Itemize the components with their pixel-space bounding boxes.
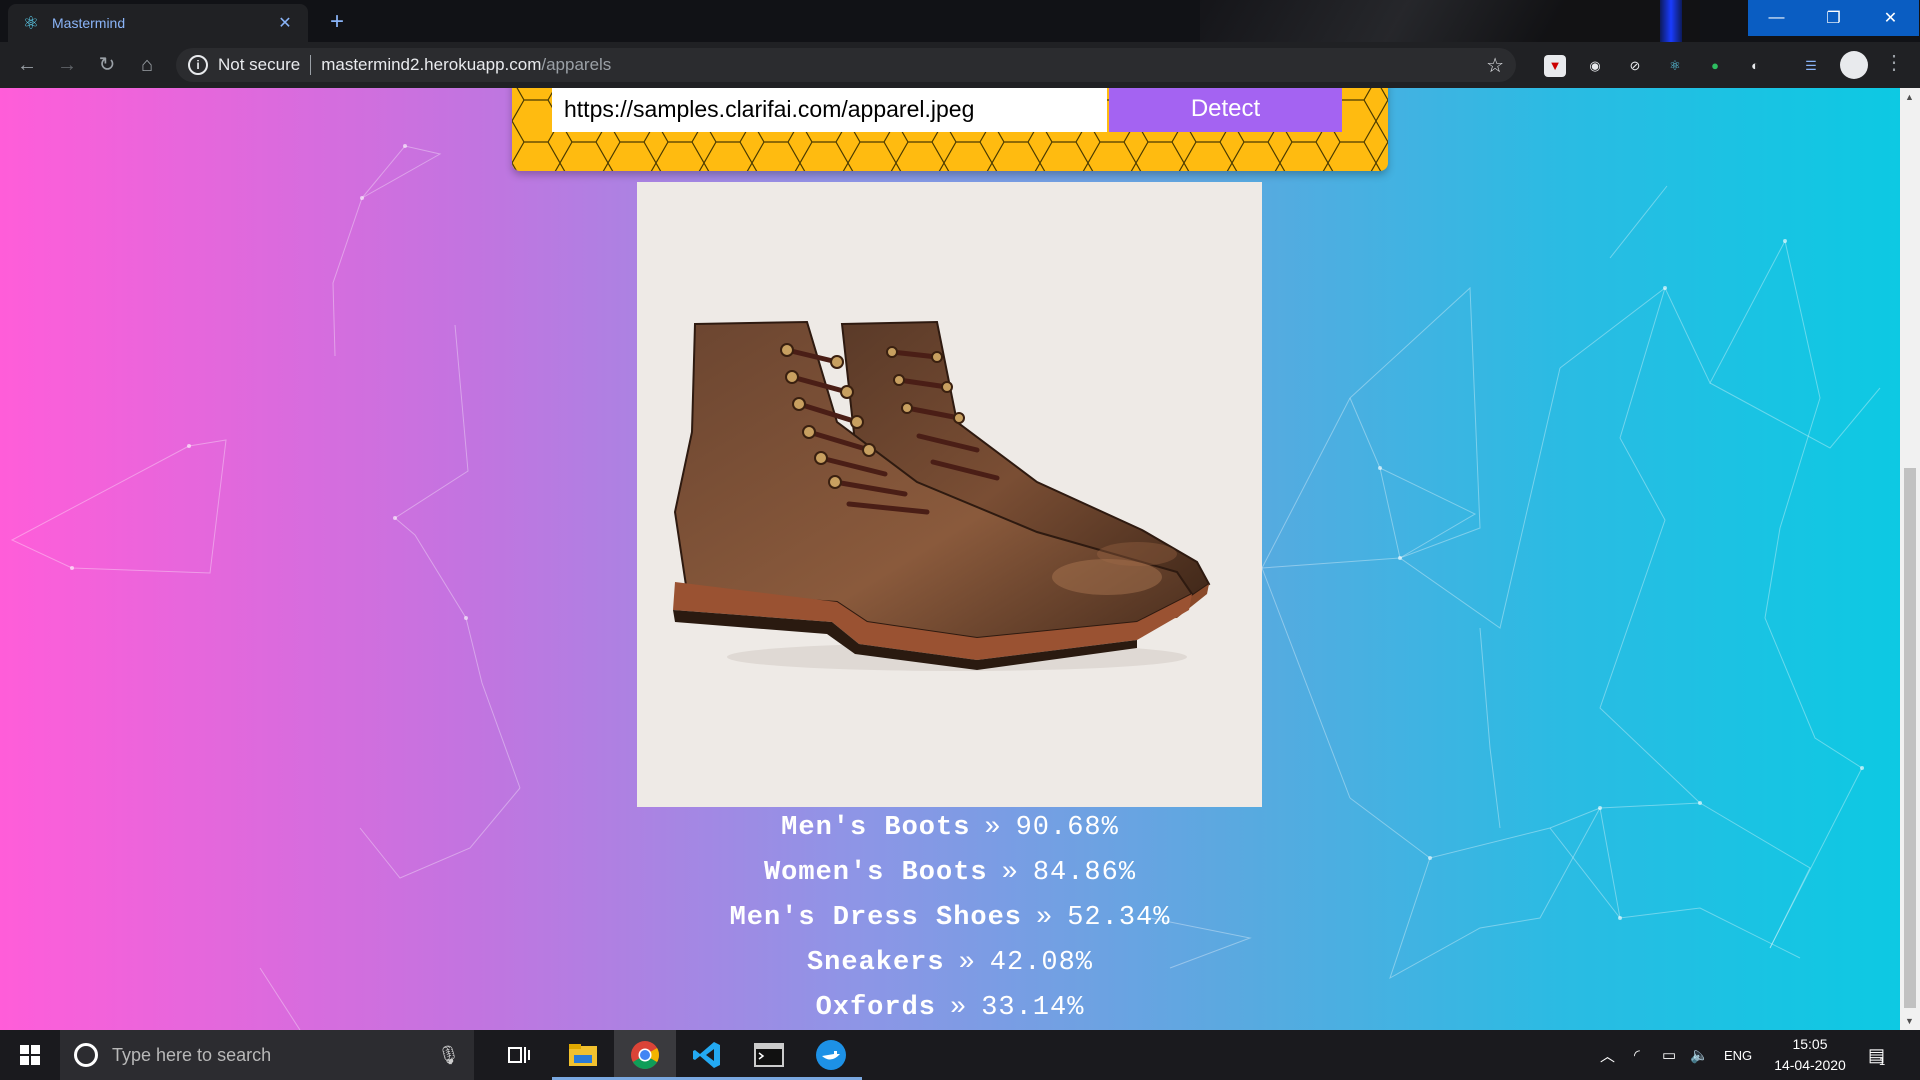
windows-start-button[interactable] [0,1030,60,1080]
clock-time: 15:05 [1792,1036,1828,1052]
window-background [1200,0,1700,42]
extension-block-icon[interactable]: ⊘ [1624,55,1646,77]
language-indicator[interactable]: ENG [1724,1030,1752,1080]
reload-icon[interactable]: ↻ [92,50,122,80]
vscode-icon[interactable] [676,1030,738,1080]
search-placeholder: Type here to search [112,1044,272,1065]
url-form-panel: Detect [512,88,1388,171]
scrollbar-thumb[interactable] [1904,468,1916,1008]
browser-tab-strip: ⚛ Mastermind ✕ + — ❐ ✕ [0,0,1920,42]
back-icon[interactable]: ← [12,50,42,80]
scroll-up-icon[interactable]: ▲ [1905,92,1914,102]
home-icon[interactable]: ⌂ [132,50,162,80]
minimize-button[interactable]: — [1748,0,1805,36]
result-value: 52.34% [1067,903,1171,933]
react-devtools-icon[interactable]: ⚛ [1664,55,1686,77]
result-separator: » [1001,858,1019,888]
result-label: Women's Boots [763,858,988,888]
result-item: Oxfords » 33.14% [0,986,1900,1030]
result-item: Men's Boots » 90.68% [0,806,1900,851]
action-center-icon[interactable]: ▤ 1 [1868,1030,1885,1080]
terminal-icon[interactable] [738,1030,800,1080]
result-item: Sneakers » 42.08% [0,941,1900,986]
result-label: Sneakers [806,948,945,978]
taskbar-search-box[interactable]: Type here to search 🎙 [60,1030,474,1080]
apparel-image [637,182,1262,807]
browser-tab[interactable]: ⚛ Mastermind ✕ [8,4,308,42]
windows-taskbar: Type here to search 🎙 ︿ ◜ ▭ 🔈 ENG 15:05 [0,1030,1920,1080]
image-url-input[interactable] [552,88,1107,132]
browser-menu-icon[interactable]: ⋮ [1884,50,1904,75]
result-value: 33.14% [981,993,1085,1023]
result-separator: » [958,948,976,978]
close-window-button[interactable]: ✕ [1862,0,1919,36]
result-separator: » [950,993,968,1023]
browser-toolbar: ← → ↻ ⌂ i Not secure mastermind2.herokua… [0,42,1920,88]
info-icon[interactable]: i [188,55,208,75]
pocket-extension-icon[interactable]: ▼ [1544,55,1566,77]
result-value: 84.86% [1032,858,1137,888]
cortana-icon [74,1043,98,1067]
brown-boots-image [673,320,1211,671]
extension-dark-icon[interactable]: ◐ [1744,55,1766,77]
network-icon[interactable]: ◜ [1634,1030,1640,1080]
volume-icon[interactable]: 🔈 [1690,1030,1709,1080]
notification-count: 1 [1879,1056,1886,1068]
result-value: 42.08% [989,948,1094,978]
address-divider [310,55,312,75]
extension-glasses-icon[interactable]: ◉ [1584,55,1606,77]
url-host: mastermind2.herokuapp.com [321,55,542,74]
close-tab-icon[interactable]: ✕ [274,13,296,33]
windows-logo-icon [20,1045,40,1065]
react-icon: ⚛ [22,12,40,33]
prediction-results: Men's Boots» 90.68% Women's Boots» 84.86% … [0,806,1900,1030]
chrome-icon[interactable] [614,1030,676,1080]
result-separator: » [984,813,1002,843]
url-path: /apparels [541,55,612,74]
microphone-icon[interactable]: 🎙 [437,1045,460,1066]
result-item: Men's Dress Shoes » 52.34% [0,896,1900,941]
restore-button[interactable]: ❐ [1805,0,1862,36]
new-tab-button[interactable]: + [322,8,352,38]
bookmark-star-icon[interactable]: ☆ [1486,53,1504,78]
result-label: Men's Dress Shoes [729,903,1023,933]
profile-avatar[interactable] [1840,51,1868,79]
docker-icon[interactable] [800,1030,862,1080]
evernote-icon[interactable]: ● [1704,55,1726,77]
file-explorer-icon[interactable] [552,1030,614,1080]
security-label: Not secure [218,55,301,74]
task-view-icon[interactable] [488,1030,550,1080]
show-hidden-icons[interactable]: ︿ [1600,1030,1615,1080]
clock-date: 14-04-2020 [1774,1057,1846,1073]
system-clock[interactable]: 15:05 14-04-2020 [1760,1034,1860,1076]
battery-icon[interactable]: ▭ [1662,1030,1676,1080]
result-label: Oxfords [815,993,936,1023]
detect-button[interactable]: Detect [1109,88,1342,132]
forward-icon[interactable]: → [52,50,82,80]
page-scrollbar[interactable]: ▲ ▼ [1900,88,1920,1030]
result-value: 90.68% [1015,813,1119,843]
result-separator: » [1036,903,1054,933]
tab-title: Mastermind [52,15,126,31]
page-viewport: Detect [0,88,1900,1030]
address-bar[interactable]: i Not secure mastermind2.herokuapp.com/a… [176,48,1516,82]
result-item: Women's Boots » 84.86% [0,851,1900,896]
window-background-accent [1660,0,1682,42]
reading-list-icon[interactable]: ☰ [1800,55,1822,77]
result-label: Men's Boots [781,813,971,843]
scroll-down-icon[interactable]: ▼ [1905,1016,1914,1026]
